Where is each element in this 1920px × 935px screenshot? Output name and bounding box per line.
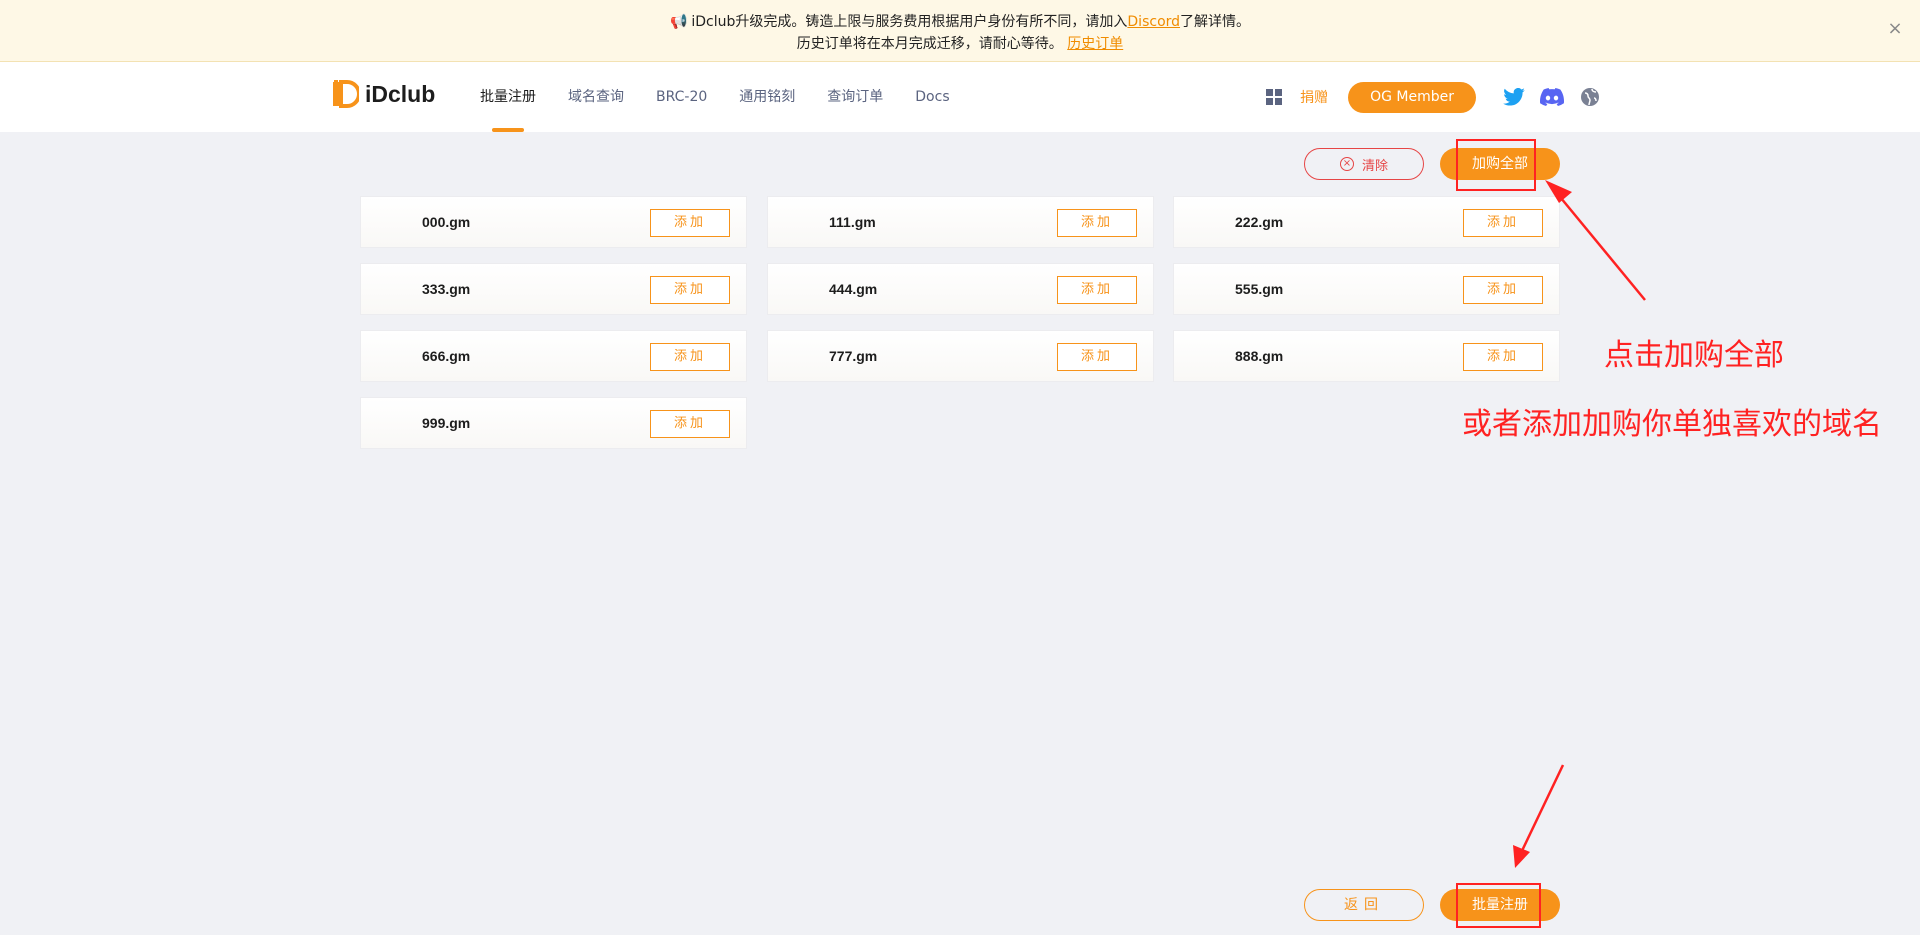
annotation-text-add-all: 点击加购全部 xyxy=(1604,338,1784,373)
banner-text-1-suffix: 了解详情。 xyxy=(1180,14,1251,30)
banner-text-2: 历史订单将在本月完成迁移，请耐心等待。 xyxy=(796,36,1063,52)
domain-card: 888.gm 添加 xyxy=(1173,330,1560,382)
idclub-logo-icon xyxy=(333,80,359,108)
annotation-highlight-add-all xyxy=(1456,139,1536,191)
domain-name: 555.gm xyxy=(1235,281,1284,297)
domain-name: 777.gm xyxy=(829,348,878,364)
add-domain-button[interactable]: 添加 xyxy=(1463,276,1543,304)
logo-text: iDclub xyxy=(365,80,436,107)
close-icon[interactable]: × xyxy=(1884,18,1906,40)
add-domain-button[interactable]: 添加 xyxy=(1057,343,1137,371)
add-domain-button[interactable]: 添加 xyxy=(1057,209,1137,237)
clear-button[interactable]: × 清除 xyxy=(1304,148,1424,180)
twitter-icon[interactable] xyxy=(1502,85,1526,109)
back-button[interactable]: 返回 xyxy=(1304,889,1424,921)
banner-line-2: 历史订单将在本月完成迁移，请耐心等待。 历史订单 xyxy=(0,33,1920,53)
annotation-arrows xyxy=(1513,180,1646,868)
og-member-button[interactable]: OG Member xyxy=(1348,81,1476,113)
domain-name: 888.gm xyxy=(1235,348,1284,364)
nav-brc20[interactable]: BRC-20 xyxy=(656,62,707,132)
add-domain-button[interactable]: 添加 xyxy=(650,209,730,237)
nav-query-order[interactable]: 查询订单 xyxy=(827,62,883,132)
domain-name: 222.gm xyxy=(1235,214,1284,230)
domain-card: 999.gm 添加 xyxy=(360,397,747,449)
domain-card: 222.gm 添加 xyxy=(1173,196,1560,248)
domain-card: 333.gm 添加 xyxy=(360,263,747,315)
domain-card: 555.gm 添加 xyxy=(1173,263,1560,315)
nav-bulk-register[interactable]: 批量注册 xyxy=(480,62,536,132)
nav-docs[interactable]: Docs xyxy=(915,62,949,132)
domain-card: 777.gm 添加 xyxy=(767,330,1154,382)
header-right: 捐赠 OG Member xyxy=(1266,81,1602,113)
domain-card: 111.gm 添加 xyxy=(767,196,1154,248)
nav-domain-search[interactable]: 域名查询 xyxy=(568,62,624,132)
domain-name: 000.gm xyxy=(422,214,471,230)
globe-icon[interactable] xyxy=(1578,85,1602,109)
add-domain-button[interactable]: 添加 xyxy=(650,410,730,438)
clear-label: 清除 xyxy=(1361,158,1388,174)
domain-name: 999.gm xyxy=(422,415,471,431)
qr-grid-icon[interactable] xyxy=(1266,89,1283,105)
add-domain-button[interactable]: 添加 xyxy=(1057,276,1137,304)
add-domain-button[interactable]: 添加 xyxy=(1463,209,1543,237)
domain-name: 666.gm xyxy=(422,348,471,364)
annotation-highlight-bulk-register xyxy=(1456,883,1541,928)
top-header: iDclub 批量注册 域名查询 BRC-20 通用铭刻 查询订单 Docs 捐… xyxy=(0,62,1920,132)
history-orders-link[interactable]: 历史订单 xyxy=(1067,36,1123,52)
megaphone-icon: 📢 xyxy=(669,14,688,30)
domain-card: 000.gm 添加 xyxy=(360,196,747,248)
donate-link[interactable]: 捐赠 xyxy=(1300,87,1328,107)
add-domain-button[interactable]: 添加 xyxy=(1463,343,1543,371)
banner-line-1: 📢 iDclub升级完成。铸造上限与服务费用根据用户身份有所不同，请加入Disco… xyxy=(0,11,1920,31)
domain-card: 666.gm 添加 xyxy=(360,330,747,382)
clear-circle-icon: × xyxy=(1339,157,1354,171)
domain-name: 333.gm xyxy=(422,281,471,297)
domain-name: 111.gm xyxy=(829,214,876,230)
domain-card: 444.gm 添加 xyxy=(767,263,1154,315)
annotation-arrow-2 xyxy=(1518,764,1565,856)
announcement-banner: 📢 iDclub升级完成。铸造上限与服务费用根据用户身份有所不同，请加入Disco… xyxy=(0,0,1920,62)
annotation-arrowhead-2 xyxy=(1513,845,1530,868)
add-domain-button[interactable]: 添加 xyxy=(650,343,730,371)
logo[interactable]: iDclub xyxy=(333,80,435,108)
annotation-text-add-single: 或者添加加购你单独喜欢的域名 xyxy=(1462,407,1882,442)
domain-name: 444.gm xyxy=(829,281,878,297)
discord-icon[interactable] xyxy=(1540,85,1564,109)
main-nav: 批量注册 域名查询 BRC-20 通用铭刻 查询订单 Docs xyxy=(480,62,982,132)
nav-inscribe[interactable]: 通用铭刻 xyxy=(739,62,795,132)
add-domain-button[interactable]: 添加 xyxy=(650,276,730,304)
annotation-arrow-1 xyxy=(1555,191,1646,301)
discord-link[interactable]: Discord xyxy=(1127,14,1180,30)
banner-text-1: iDclub升级完成。铸造上限与服务费用根据用户身份有所不同，请加入 xyxy=(691,14,1128,30)
